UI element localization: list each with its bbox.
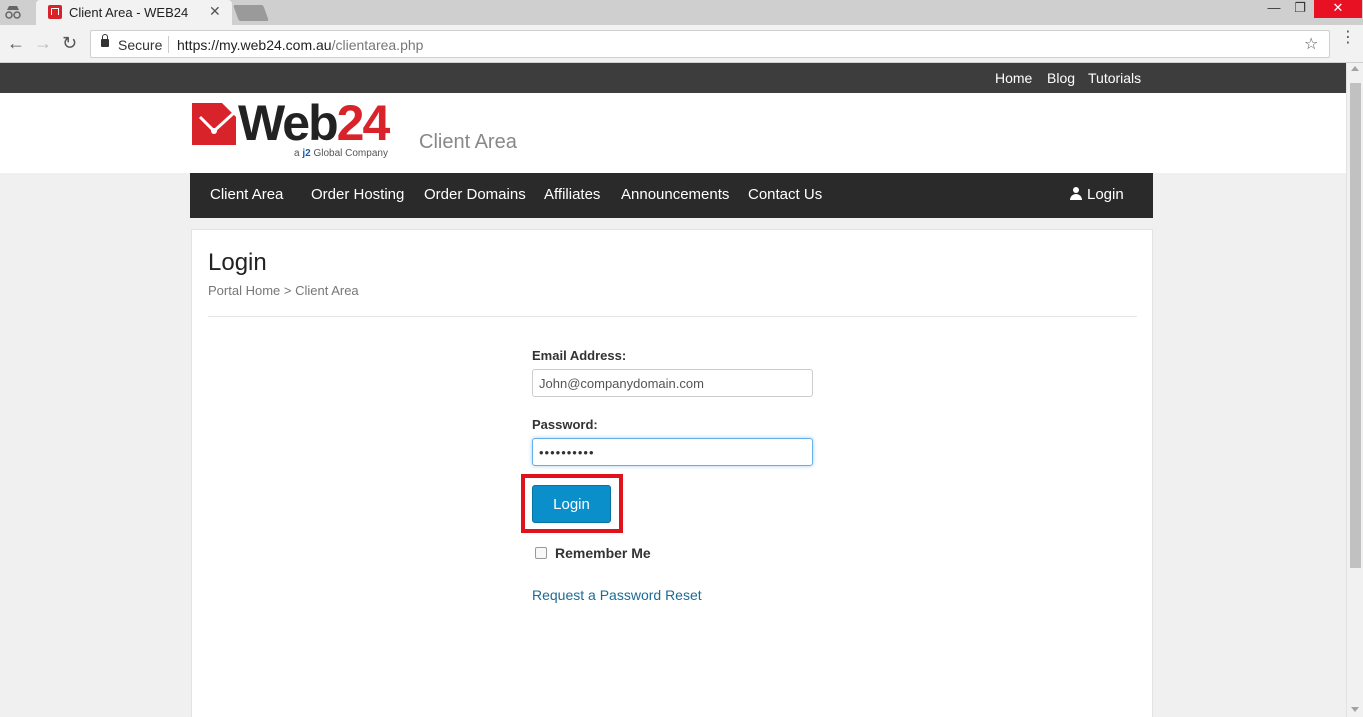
nav-order-hosting[interactable]: Order Hosting bbox=[311, 186, 404, 203]
nav-login-label: Login bbox=[1087, 186, 1124, 203]
login-button[interactable]: Login bbox=[532, 485, 611, 523]
new-tab-button[interactable] bbox=[233, 5, 269, 21]
nav-order-domains[interactable]: Order Domains bbox=[424, 186, 526, 203]
web24-logo[interactable]: Web24 a j2 Global Company bbox=[192, 95, 404, 164]
web24-logo-mark-icon bbox=[192, 103, 236, 145]
web24-favicon-icon bbox=[48, 5, 62, 19]
top-link-tutorials[interactable]: Tutorials bbox=[1088, 70, 1141, 86]
logo-tagline: a j2 Global Company bbox=[294, 148, 388, 159]
browser-menu-icon[interactable]: ⋮ bbox=[1340, 30, 1356, 46]
page-scrollbar[interactable] bbox=[1346, 63, 1363, 717]
nav-announcements[interactable]: Announcements bbox=[621, 186, 729, 203]
email-input[interactable] bbox=[532, 369, 813, 397]
breadcrumb[interactable]: Portal Home > Client Area bbox=[208, 283, 359, 298]
nav-login-link[interactable]: Login bbox=[1070, 186, 1124, 203]
logo-tagline-suffix: Global Company bbox=[310, 148, 388, 159]
address-bar[interactable]: Secure https://my.web24.com.au/clientare… bbox=[90, 30, 1330, 58]
forward-arrow-icon[interactable]: → bbox=[34, 33, 52, 53]
page-title: Login bbox=[208, 249, 267, 276]
password-input[interactable] bbox=[532, 438, 813, 466]
logo-wordmark-main: Web bbox=[238, 95, 339, 151]
main-navigation: Client Area Order Hosting Order Domains … bbox=[190, 173, 1153, 218]
scroll-down-arrow-icon[interactable] bbox=[1351, 707, 1359, 712]
scroll-up-arrow-icon[interactable] bbox=[1351, 66, 1359, 71]
url-host: https://my.web24.com.au bbox=[177, 37, 332, 53]
secure-label: Secure bbox=[118, 37, 163, 53]
nav-affiliates[interactable]: Affiliates bbox=[544, 186, 600, 203]
site-header: Web24 a j2 Global Company Client Area bbox=[0, 93, 1346, 173]
remember-me-checkbox[interactable] bbox=[535, 547, 547, 559]
bookmark-star-icon[interactable]: ☆ bbox=[1304, 34, 1318, 54]
window-restore-icon[interactable]: ❐ bbox=[1288, 0, 1312, 18]
top-link-blog[interactable]: Blog bbox=[1047, 70, 1075, 86]
email-label: Email Address: bbox=[532, 348, 627, 363]
tab-title: Client Area - WEB24 bbox=[69, 5, 189, 20]
scrollbar-thumb[interactable] bbox=[1350, 83, 1361, 568]
url-text[interactable]: https://my.web24.com.au/clientarea.php bbox=[177, 37, 423, 53]
browser-toolbar: ← → ↻ Secure https://my.web24.com.au/cli… bbox=[0, 25, 1363, 63]
nav-client-area[interactable]: Client Area bbox=[210, 186, 283, 203]
login-panel: Login Portal Home > Client Area Email Ad… bbox=[191, 229, 1153, 717]
logo-tagline-brand: j2 bbox=[302, 148, 311, 159]
logo-wordmark: Web24 bbox=[238, 95, 391, 151]
password-reset-link[interactable]: Request a Password Reset bbox=[532, 587, 702, 603]
header-title: Client Area bbox=[419, 131, 517, 153]
top-link-home[interactable]: Home bbox=[995, 70, 1032, 86]
lock-icon bbox=[101, 34, 109, 47]
browser-tab-active[interactable]: Client Area - WEB24 ✕ bbox=[36, 0, 232, 25]
reload-icon[interactable]: ↻ bbox=[62, 33, 77, 53]
tab-close-icon[interactable]: ✕ bbox=[209, 3, 221, 20]
site-top-bar: Home Blog Tutorials bbox=[0, 63, 1346, 93]
url-path: /clientarea.php bbox=[331, 37, 424, 53]
window-minimize-icon[interactable]: — bbox=[1262, 0, 1286, 18]
password-label: Password: bbox=[532, 417, 598, 432]
title-divider bbox=[208, 316, 1137, 317]
address-bar-divider bbox=[168, 36, 169, 53]
back-arrow-icon[interactable]: ← bbox=[7, 33, 25, 53]
incognito-icon bbox=[5, 6, 21, 19]
window-close-icon[interactable]: ✕ bbox=[1314, 0, 1362, 18]
nav-contact-us[interactable]: Contact Us bbox=[748, 186, 822, 203]
logo-wordmark-number: 24 bbox=[336, 95, 391, 151]
browser-tab-bar: Client Area - WEB24 ✕ — ❐ ✕ bbox=[0, 0, 1363, 25]
remember-me-label[interactable]: Remember Me bbox=[555, 545, 651, 561]
user-icon bbox=[1070, 187, 1082, 200]
